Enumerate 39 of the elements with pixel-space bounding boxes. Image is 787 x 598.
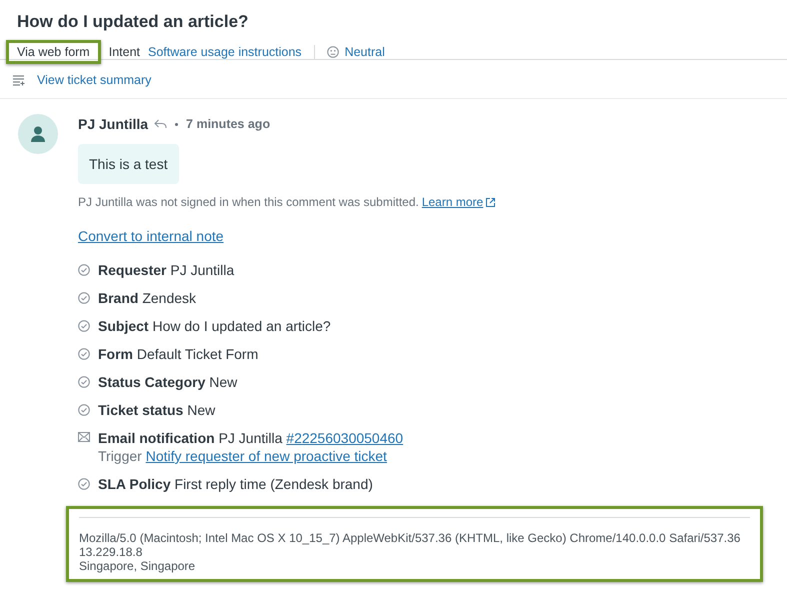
client-info-line: 13.229.18.8	[79, 545, 144, 559]
event-text: Requester PJ Juntilla	[98, 261, 234, 279]
notification-link[interactable]: #22256030050460	[286, 430, 404, 446]
check-circle-icon	[78, 376, 90, 388]
event-text: Form Default Ticket Form	[98, 345, 258, 363]
check-circle-icon	[78, 320, 90, 332]
comment-time: 7 minutes ago	[186, 117, 270, 131]
ticket-summary-link[interactable]: View ticket summary	[37, 73, 152, 87]
event-text: Subject How do I updated an article?	[98, 317, 331, 335]
trigger-label: Trigger	[98, 448, 142, 464]
client-info-line: Singapore, Singapore	[79, 559, 196, 573]
event-text: SLA Policy First reply time (Zendesk brand)	[98, 475, 373, 493]
intent-link[interactable]: Software usage instructions	[148, 45, 302, 59]
envelope-icon	[78, 432, 90, 442]
channel-label: Via web form	[6, 40, 101, 64]
comment-bubble: This is a test	[78, 144, 179, 184]
event-text: Ticket status New	[98, 401, 216, 419]
check-circle-icon	[78, 404, 90, 416]
event-text: Status Category New	[98, 373, 238, 391]
trigger-link[interactable]: Notify requester of new proactive ticket	[146, 448, 387, 464]
check-circle-icon	[78, 292, 90, 304]
person-icon	[31, 126, 45, 142]
sign-in-notice: PJ Juntilla was not signed in when this comment was submitted.	[78, 195, 419, 209]
convert-note-link[interactable]: Convert to internal note	[78, 228, 224, 244]
neutral-face-icon	[326, 46, 339, 58]
event-text: Brand Zendesk	[98, 289, 196, 307]
author-name: PJ Juntilla	[78, 116, 148, 132]
summary-list-icon	[13, 74, 25, 86]
intent-label: Intent	[108, 45, 140, 59]
sentiment-link[interactable]: Neutral	[344, 45, 385, 59]
ticket-title: How do I updated an article?	[17, 12, 250, 32]
check-circle-icon	[78, 264, 90, 276]
check-circle-icon	[78, 478, 90, 490]
check-circle-icon	[78, 348, 90, 360]
reply-arrow-icon	[154, 119, 168, 129]
client-info-line: Mozilla/5.0 (Macintosh; Intel Mac OS X 10_15_7) AppleWebKit/537.36 (KHTML, like Gecko) Chrome/140.0.0.0 Safari/537.36	[79, 531, 742, 545]
event-text: Email notification PJ Juntilla	[98, 430, 282, 446]
learn-more-link[interactable]: Learn more	[422, 195, 484, 209]
external-link-icon	[486, 198, 496, 206]
